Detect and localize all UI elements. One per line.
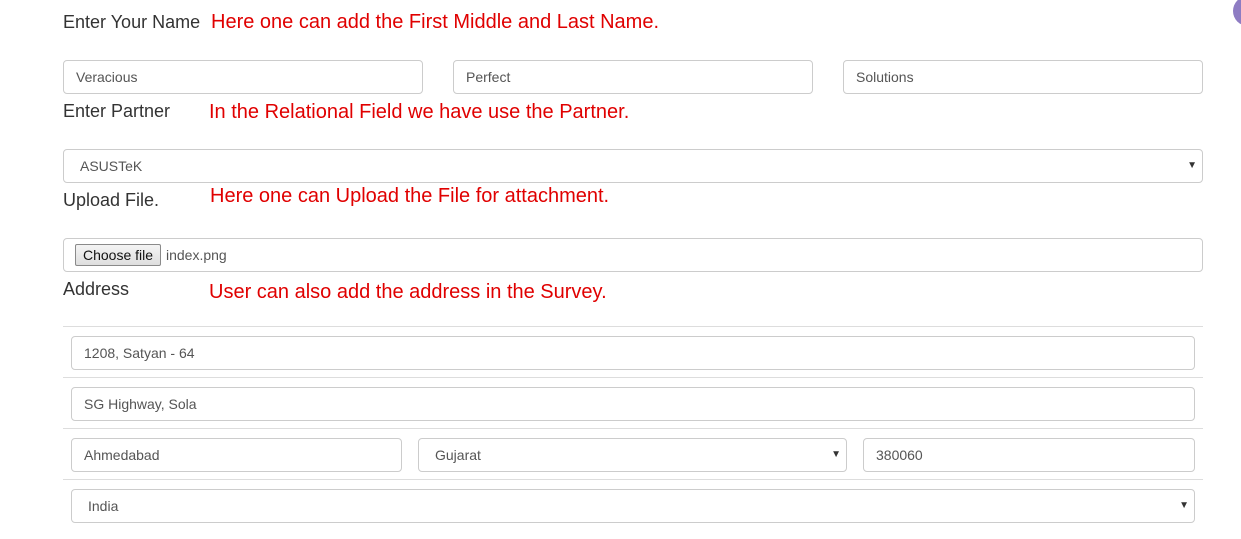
state-selected-value: Gujarat xyxy=(435,447,481,463)
partner-label: Enter Partner xyxy=(63,101,171,121)
country-selected-value: India xyxy=(88,498,119,514)
last-name-value: Solutions xyxy=(856,69,914,85)
street-value: 1208, Satyan - 64 xyxy=(84,345,195,361)
zip-value: 380060 xyxy=(876,447,923,463)
name-label: Enter Your Name xyxy=(63,12,201,32)
zip-input[interactable]: 380060 xyxy=(863,438,1195,472)
state-select[interactable]: Gujarat ▼ xyxy=(418,438,847,472)
street-input[interactable]: 1208, Satyan - 64 xyxy=(71,336,1195,370)
street2-input[interactable]: SG Highway, Sola xyxy=(71,387,1195,421)
address-label: Address xyxy=(63,279,130,299)
address-divider xyxy=(63,479,1203,480)
last-name-input[interactable]: Solutions xyxy=(843,60,1203,94)
file-upload-field[interactable]: Choose file index.png xyxy=(63,238,1203,272)
street2-value: SG Highway, Sola xyxy=(84,396,197,412)
choose-file-button[interactable]: Choose file xyxy=(75,244,162,266)
chevron-down-icon: ▼ xyxy=(1187,160,1197,171)
first-name-value: Veracious xyxy=(76,69,138,85)
address-divider xyxy=(63,428,1203,429)
address-divider xyxy=(63,326,1203,327)
upload-label: Upload File. xyxy=(63,190,160,210)
first-name-input[interactable]: Veracious xyxy=(63,60,423,94)
middle-name-value: Perfect xyxy=(466,69,511,85)
upload-annotation: Here one can Upload the File for attachm… xyxy=(210,185,610,207)
address-divider xyxy=(63,377,1203,378)
chevron-down-icon: ▼ xyxy=(831,449,841,460)
selected-file-name: index.png xyxy=(166,247,227,263)
city-value: Ahmedabad xyxy=(84,447,160,463)
partner-selected-value: ASUSTeK xyxy=(80,158,143,174)
city-input[interactable]: Ahmedabad xyxy=(71,438,402,472)
avatar[interactable] xyxy=(1233,0,1241,26)
country-select[interactable]: India ▼ xyxy=(71,489,1195,523)
middle-name-input[interactable]: Perfect xyxy=(453,60,813,94)
partner-annotation: In the Relational Field we have use the … xyxy=(209,101,630,123)
name-annotation: Here one can add the First Middle and La… xyxy=(211,11,660,33)
address-annotation: User can also add the address in the Sur… xyxy=(209,281,607,303)
chevron-down-icon: ▼ xyxy=(1179,500,1189,511)
partner-select[interactable]: ASUSTeK ▼ xyxy=(63,149,1203,183)
